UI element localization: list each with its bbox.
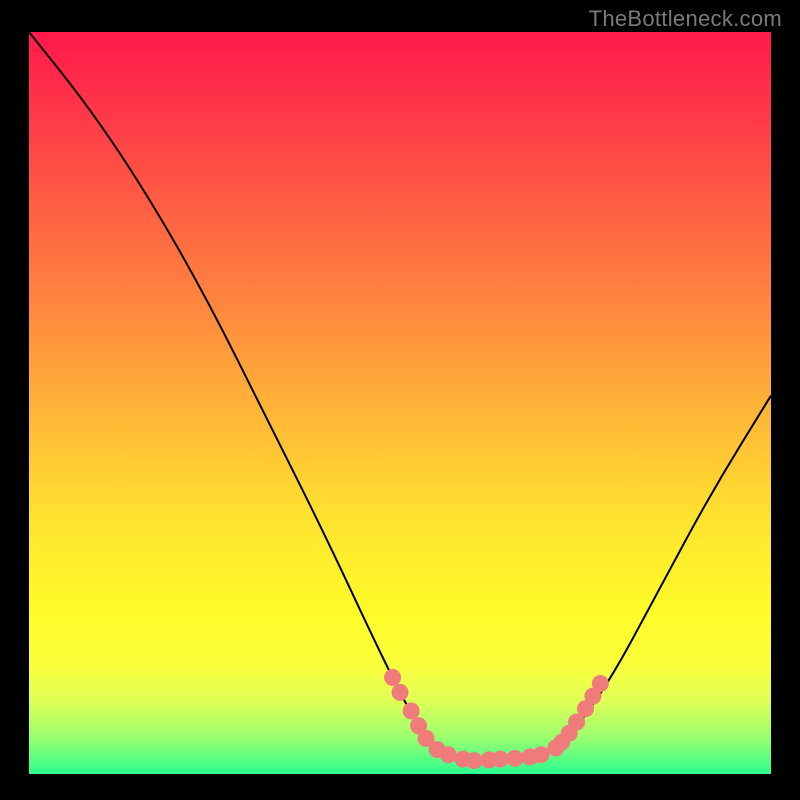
highlight-dot bbox=[532, 746, 549, 763]
highlight-dot bbox=[592, 675, 609, 692]
highlight-dots bbox=[384, 669, 609, 769]
watermark-text: TheBottleneck.com bbox=[589, 6, 782, 32]
highlight-dot bbox=[492, 751, 509, 768]
highlight-dot bbox=[440, 746, 457, 763]
chart-frame: TheBottleneck.com bbox=[0, 0, 800, 800]
highlight-dot bbox=[392, 684, 409, 701]
highlight-dot bbox=[384, 669, 401, 686]
chart-overlay bbox=[29, 32, 771, 774]
highlight-dot bbox=[507, 750, 524, 767]
bottleneck-curve bbox=[29, 32, 771, 760]
highlight-dot bbox=[403, 702, 420, 719]
highlight-dot bbox=[466, 752, 483, 769]
